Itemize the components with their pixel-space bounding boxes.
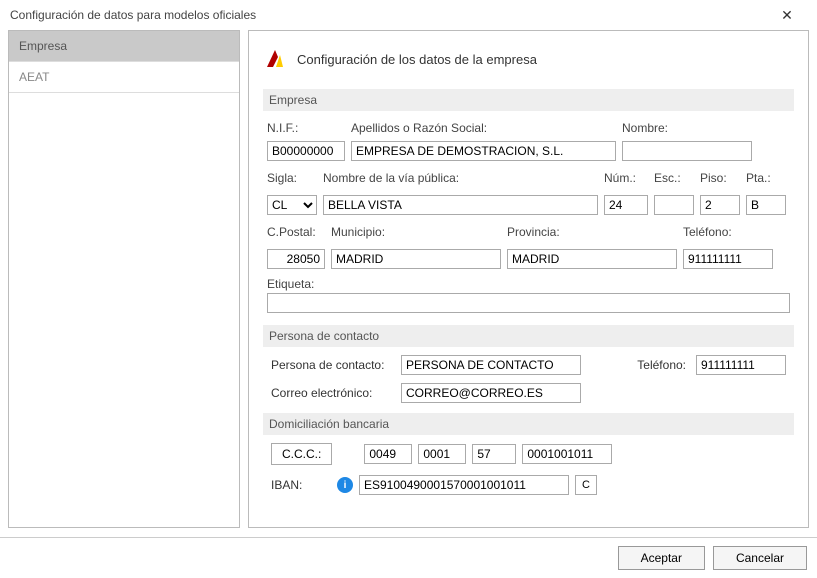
iban-c-button[interactable]: C bbox=[575, 475, 597, 495]
window-title: Configuración de datos para modelos ofic… bbox=[10, 8, 256, 22]
row-addr: CL bbox=[263, 193, 794, 221]
cpostal-label: C.Postal: bbox=[267, 223, 325, 241]
row-etiqueta: Etiqueta: bbox=[263, 275, 794, 317]
piso-input[interactable] bbox=[700, 195, 740, 215]
sidebar: Empresa AEAT bbox=[8, 30, 240, 528]
municipio-input[interactable] bbox=[331, 249, 501, 269]
row-loc-labels: C.Postal: Municipio: Provincia: Teléfono… bbox=[263, 221, 794, 247]
row-contacto-correo: Correo electrónico: bbox=[263, 381, 794, 405]
ok-button[interactable]: Aceptar bbox=[618, 546, 705, 570]
sidebar-item-label: Empresa bbox=[19, 39, 67, 53]
ccc4-input[interactable] bbox=[522, 444, 612, 464]
titlebar: Configuración de datos para modelos ofic… bbox=[0, 0, 817, 30]
main-title: Configuración de los datos de la empresa bbox=[297, 52, 537, 67]
pta-input[interactable] bbox=[746, 195, 786, 215]
telefono-label: Teléfono: bbox=[683, 223, 773, 241]
provincia-input[interactable] bbox=[507, 249, 677, 269]
via-label: Nombre de la vía pública: bbox=[323, 169, 598, 187]
municipio-label: Municipio: bbox=[331, 223, 501, 241]
row-loc bbox=[263, 247, 794, 275]
close-icon[interactable]: ✕ bbox=[767, 7, 807, 24]
sigla-label: Sigla: bbox=[267, 169, 317, 187]
correo-input[interactable] bbox=[401, 383, 581, 403]
row-contacto-persona: Persona de contacto: Teléfono: bbox=[263, 353, 794, 377]
apellidos-input[interactable] bbox=[351, 141, 616, 161]
esc-input[interactable] bbox=[654, 195, 694, 215]
row-iban: IBAN: i C bbox=[263, 473, 794, 497]
etiqueta-label: Etiqueta: bbox=[267, 275, 790, 293]
telefono-contacto-label: Teléfono: bbox=[637, 358, 686, 372]
agency-logo-icon bbox=[263, 47, 287, 71]
footer: Aceptar Cancelar bbox=[0, 537, 817, 578]
ccc2-input[interactable] bbox=[418, 444, 466, 464]
esc-label: Esc.: bbox=[654, 169, 694, 187]
ccc-button[interactable]: C.C.C.: bbox=[271, 443, 332, 465]
iban-input[interactable] bbox=[359, 475, 569, 495]
pta-label: Pta.: bbox=[746, 169, 786, 187]
telefono-empresa-input[interactable] bbox=[683, 249, 773, 269]
row-addr-labels: Sigla: Nombre de la vía pública: Núm.: E… bbox=[263, 167, 794, 193]
nif-label: N.I.F.: bbox=[267, 119, 345, 137]
content: Empresa AEAT Configuración de los datos … bbox=[0, 30, 817, 536]
sidebar-item-aeat[interactable]: AEAT bbox=[9, 62, 239, 93]
persona-label: Persona de contacto: bbox=[271, 358, 391, 372]
cpostal-input[interactable] bbox=[267, 249, 325, 269]
provincia-label: Provincia: bbox=[507, 223, 677, 241]
section-head-contacto: Persona de contacto bbox=[263, 325, 794, 347]
main-panel: Configuración de los datos de la empresa… bbox=[248, 30, 809, 528]
piso-label: Piso: bbox=[700, 169, 740, 187]
num-input[interactable] bbox=[604, 195, 648, 215]
nif-input[interactable] bbox=[267, 141, 345, 161]
info-icon[interactable]: i bbox=[337, 477, 353, 493]
sidebar-item-label: AEAT bbox=[19, 70, 49, 84]
iban-label: IBAN: bbox=[271, 478, 331, 492]
cancel-button[interactable]: Cancelar bbox=[713, 546, 807, 570]
ccc1-input[interactable] bbox=[364, 444, 412, 464]
row-ccc: C.C.C.: bbox=[263, 441, 794, 467]
apellidos-label: Apellidos o Razón Social: bbox=[351, 119, 616, 137]
telefono-contacto-input[interactable] bbox=[696, 355, 786, 375]
sidebar-item-empresa[interactable]: Empresa bbox=[9, 31, 239, 62]
via-input[interactable] bbox=[323, 195, 598, 215]
num-label: Núm.: bbox=[604, 169, 648, 187]
ccc3-input[interactable] bbox=[472, 444, 516, 464]
persona-input[interactable] bbox=[401, 355, 581, 375]
section-head-empresa: Empresa bbox=[263, 89, 794, 111]
row-nif: N.I.F.: Apellidos o Razón Social: Nombre… bbox=[263, 117, 794, 167]
main-header: Configuración de los datos de la empresa bbox=[263, 41, 794, 81]
sigla-select[interactable]: CL bbox=[267, 195, 317, 215]
section-head-banco: Domiciliación bancaria bbox=[263, 413, 794, 435]
etiqueta-input[interactable] bbox=[267, 293, 790, 313]
nombre-input[interactable] bbox=[622, 141, 752, 161]
correo-label: Correo electrónico: bbox=[271, 386, 391, 400]
nombre-label: Nombre: bbox=[622, 119, 752, 137]
